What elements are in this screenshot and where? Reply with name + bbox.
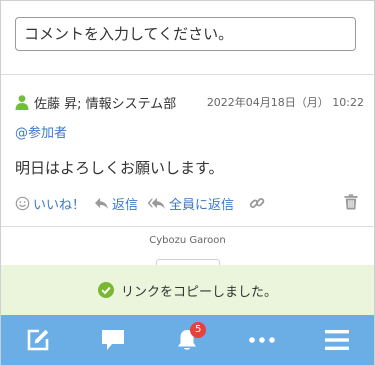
compose-icon — [27, 329, 49, 351]
comment-actions: いいね！ 返信 全員に返信 — [15, 193, 361, 213]
copy-link-button[interactable] — [249, 195, 265, 211]
trash-icon — [344, 194, 358, 210]
smile-icon — [15, 196, 30, 210]
reply-all-label: 全員に返信 — [169, 197, 235, 213]
author-name[interactable]: 佐藤 昇; 情報システム部 — [34, 93, 176, 112]
menu-button[interactable] — [299, 315, 374, 365]
comment-body: 明日はよろしくお願いします。 — [15, 159, 224, 177]
reply-all-button[interactable]: 全員に返信 — [147, 194, 234, 213]
notifications-button[interactable]: 5 — [150, 315, 225, 365]
compose-button[interactable] — [1, 315, 76, 365]
comment-author-row: 佐藤 昇; 情報システム部 2022年04月18日（月） 10:22 — [14, 92, 364, 112]
divider — [1, 74, 374, 75]
comment-input[interactable] — [15, 17, 356, 51]
toast-notification: リンクをコピーしました。 — [1, 265, 374, 315]
footer-brand: Cybozu Garoon — [149, 235, 226, 246]
reply-icon — [95, 197, 109, 209]
bottom-navigation: 5 — [1, 315, 374, 365]
delete-button[interactable] — [344, 194, 358, 214]
link-icon — [249, 197, 265, 209]
toast-message: リンクをコピーしました。 — [120, 284, 277, 300]
check-circle-icon — [97, 282, 114, 298]
reply-all-icon — [147, 197, 165, 209]
mention-participants[interactable]: @参加者 — [15, 122, 67, 141]
messages-button[interactable] — [76, 315, 151, 365]
more-icon — [249, 337, 275, 343]
like-button[interactable]: いいね！ — [15, 194, 85, 213]
user-icon — [14, 94, 30, 110]
message-icon — [101, 330, 124, 350]
more-button[interactable] — [225, 315, 300, 365]
divider — [1, 226, 374, 227]
like-label: いいね！ — [33, 197, 86, 213]
comment-view: 佐藤 昇; 情報システム部 2022年04月18日（月） 10:22 @参加者 … — [0, 0, 375, 366]
notification-badge: 5 — [190, 322, 207, 338]
menu-icon — [324, 330, 349, 350]
reply-label: 返信 — [112, 197, 139, 213]
reply-button[interactable]: 返信 — [94, 194, 138, 213]
comment-timestamp: 2022年04月18日（月） 10:22 — [206, 96, 364, 109]
